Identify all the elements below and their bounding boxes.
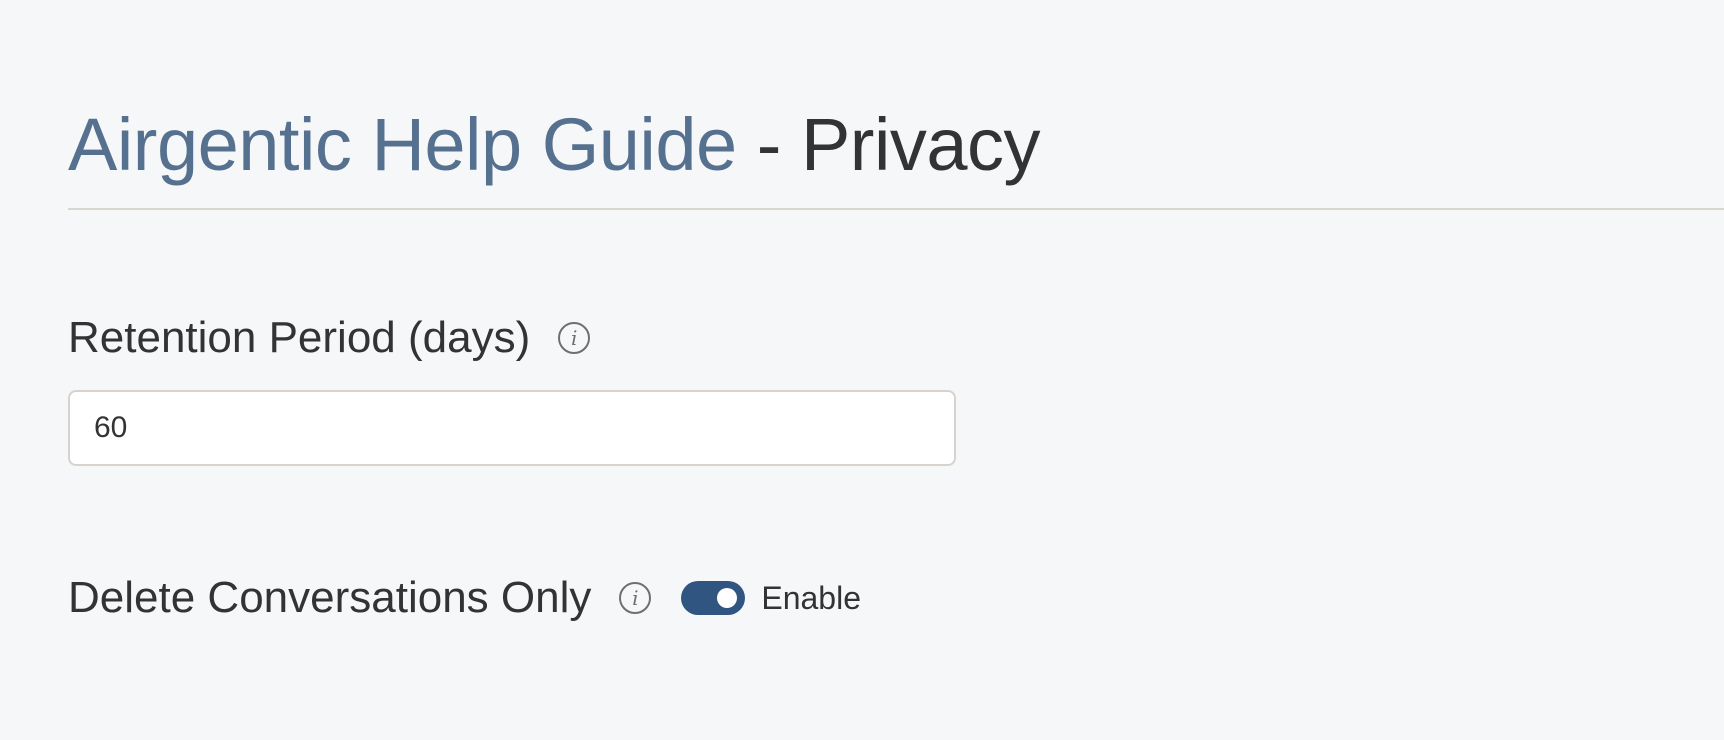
toggle-enable-label: Enable xyxy=(761,579,861,616)
page-title-brand: Airgentic Help Guide xyxy=(68,103,737,186)
page-header: Airgentic Help Guide - Privacy xyxy=(68,100,1724,210)
retention-period-input[interactable] xyxy=(68,390,956,466)
delete-conversations-field: Delete Conversations Only i Enable xyxy=(68,570,861,626)
page-title: Airgentic Help Guide - Privacy xyxy=(68,100,1724,190)
page-title-separator: - xyxy=(736,103,801,186)
delete-conversations-toggle[interactable] xyxy=(681,581,746,615)
retention-period-label: Retention Period (days) xyxy=(68,313,531,362)
retention-period-label-row: Retention Period (days) i xyxy=(68,310,956,366)
retention-info-icon[interactable]: i xyxy=(558,322,591,354)
page-title-section: Privacy xyxy=(800,103,1041,186)
delete-conversations-label: Delete Conversations Only xyxy=(68,573,592,622)
toggle-knob xyxy=(717,588,738,608)
retention-period-field: Retention Period (days) i xyxy=(68,310,956,466)
delete-conversations-info-icon[interactable]: i xyxy=(619,582,652,614)
